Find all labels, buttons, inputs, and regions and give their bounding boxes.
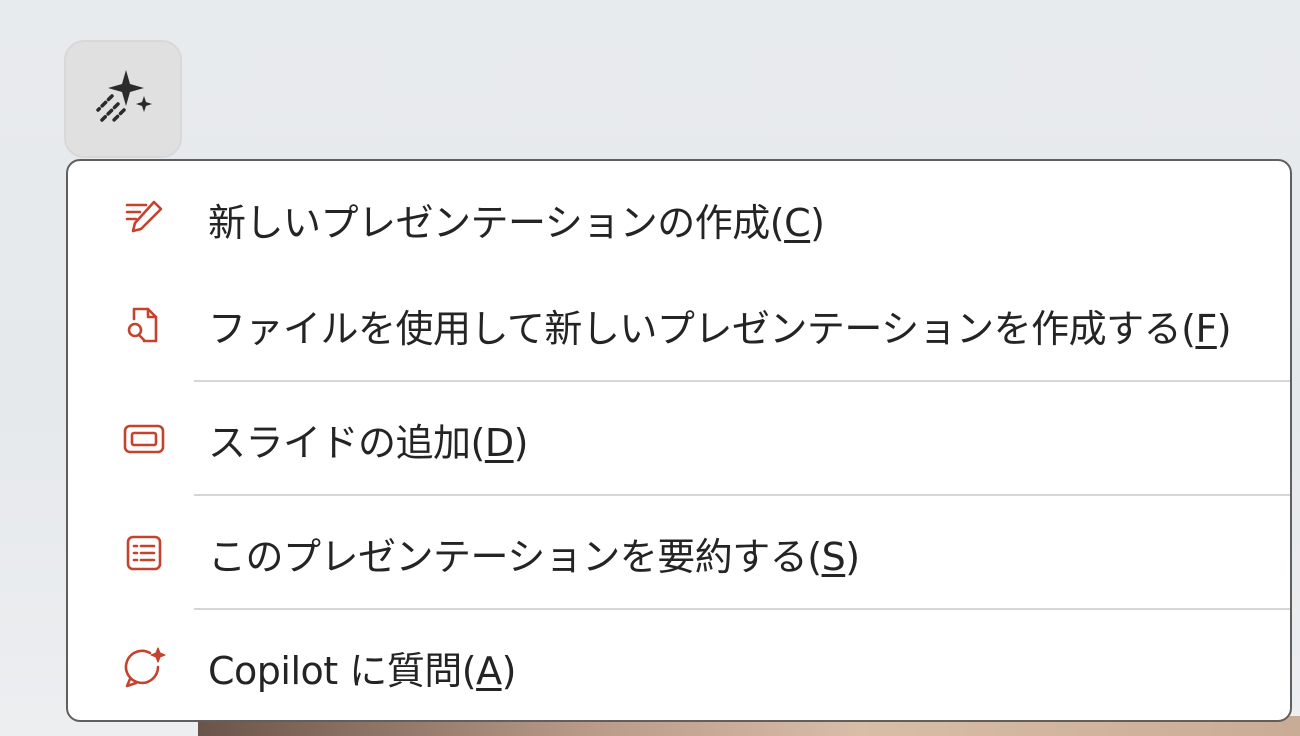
menu-item-add-slide[interactable]: スライドの追加(D) xyxy=(68,389,1290,489)
menu-item-label: Copilot に質問(A) xyxy=(208,648,516,693)
file-search-icon xyxy=(122,303,166,347)
menu-item-ask-copilot[interactable]: Copilot に質問(A) xyxy=(68,617,1290,717)
menu-separator xyxy=(194,380,1290,382)
copilot-button[interactable] xyxy=(64,40,182,158)
menu-item-summarize[interactable]: このプレゼンテーションを要約する(S) xyxy=(68,503,1290,603)
menu-item-label: ファイルを使用して新しいプレゼンテーションを作成する(F) xyxy=(208,306,1232,351)
pen-lines-icon xyxy=(122,197,166,241)
menu-item-label: このプレゼンテーションを要約する(S) xyxy=(208,534,860,579)
menu-item-create-from-file[interactable]: ファイルを使用して新しいプレゼンテーションを作成する(F) xyxy=(68,275,1290,375)
copilot-context-menu: 新しいプレゼンテーションの作成(C) ファイルを使用して新しいプレゼンテーション… xyxy=(66,159,1292,722)
menu-item-create-presentation[interactable]: 新しいプレゼンテーションの作成(C) xyxy=(68,169,1290,269)
menu-item-label: 新しいプレゼンテーションの作成(C) xyxy=(208,200,825,245)
slide-icon xyxy=(122,417,166,461)
copilot-sparkle-icon xyxy=(92,66,154,132)
menu-separator xyxy=(194,494,1290,496)
menu-separator xyxy=(194,608,1290,610)
summary-list-icon xyxy=(122,531,166,575)
menu-item-label: スライドの追加(D) xyxy=(208,420,528,465)
chat-sparkle-icon xyxy=(122,645,166,689)
